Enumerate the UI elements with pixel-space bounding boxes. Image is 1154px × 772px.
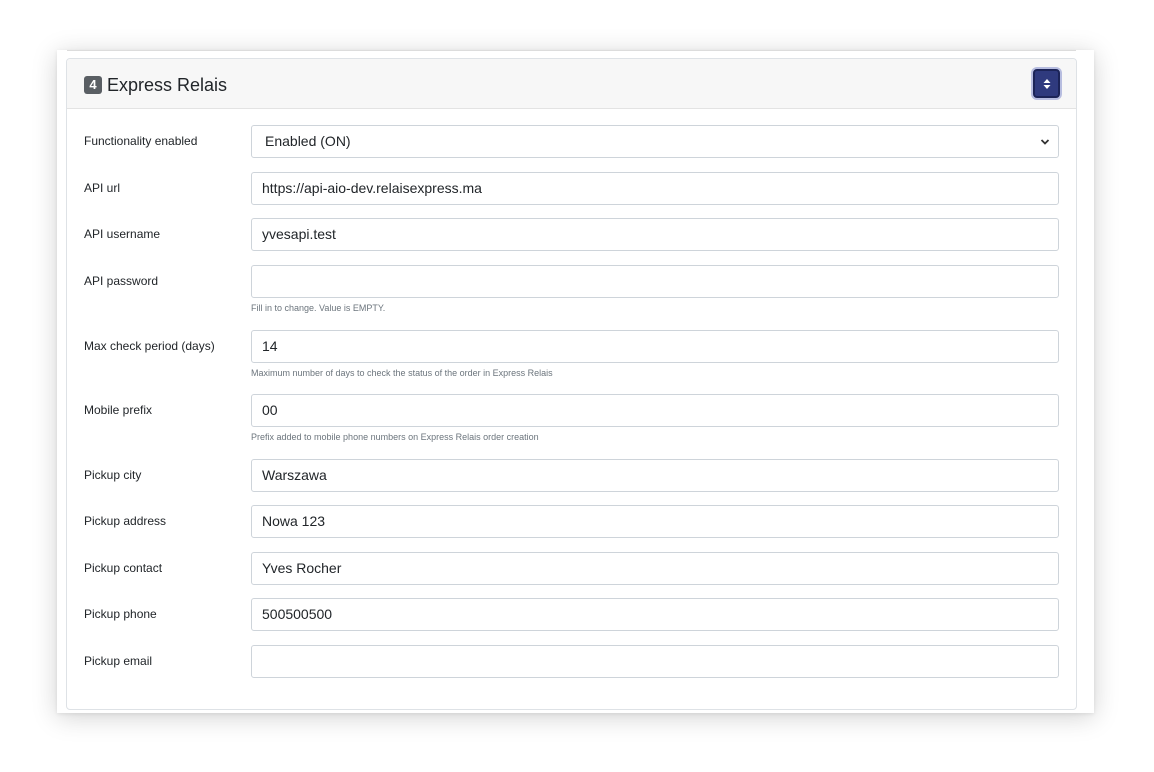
field-help-text: Maximum number of days to check the stat… [251,368,553,378]
express-relais-panel: 4 Express Relais Functionality enabled E… [66,58,1077,710]
mobile-prefix-input[interactable]: 00 [251,394,1059,427]
field-label: Functionality enabled [84,134,198,148]
field-label: API url [84,181,121,195]
field-label: Pickup city [84,468,142,482]
panel-header: 4 Express Relais [67,59,1076,109]
field-label: Pickup email [84,654,153,668]
select-value: Enabled (ON) [265,133,351,149]
field-label: Pickup phone [84,607,157,621]
pickup-contact-input[interactable]: Yves Rocher [251,552,1059,585]
pickup-city-input[interactable]: Warszawa [251,459,1059,492]
api-username-input[interactable]: yvesapi.test [251,218,1059,251]
field-label: Mobile prefix [84,403,153,417]
sort-up-down-icon [1043,78,1050,89]
chevron-down-icon [1040,139,1050,145]
field-label: Pickup contact [84,561,163,575]
panel-title: Express Relais [107,75,228,95]
field-help-text: Fill in to change. Value is EMPTY. [251,303,386,313]
field-label: Max check period (days) [84,339,215,353]
api-password-input[interactable] [251,265,1059,298]
sort-button[interactable] [1033,69,1060,98]
pickup-email-input[interactable] [251,645,1059,678]
pickup-phone-input[interactable]: 500500500 [251,598,1059,631]
panel-number-badge: 4 [84,76,102,94]
field-help-text: Prefix added to mobile phone numbers on … [251,432,539,442]
settings-window: 4 Express Relais Functionality enabled E… [57,50,1094,713]
field-label: API username [84,227,161,241]
api-url-input[interactable]: https://api-aio-dev.relaisexpress.ma [251,172,1059,205]
max-check-period-input[interactable]: 14 [251,330,1059,363]
field-label: Pickup address [84,514,167,528]
pickup-address-input[interactable]: Nowa 123 [251,505,1059,538]
functionality-enabled-select[interactable]: Enabled (ON) [251,125,1059,158]
field-label: API password [84,274,159,288]
top-divider [67,50,1076,51]
